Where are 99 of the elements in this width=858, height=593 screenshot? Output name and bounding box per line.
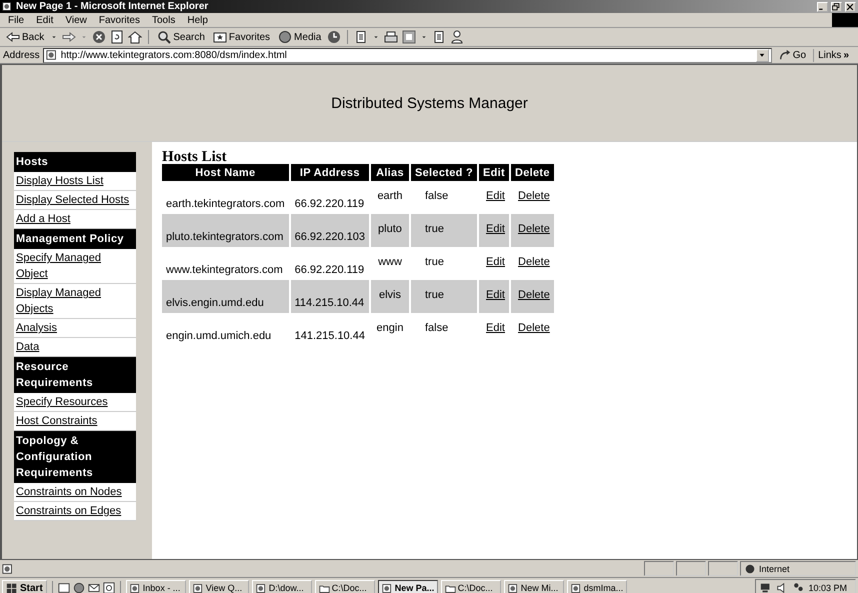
restore-icon	[832, 2, 840, 10]
stop-icon[interactable]	[92, 30, 106, 44]
nav-link[interactable]: Display Selected Hosts	[16, 192, 134, 208]
taskbar-button[interactable]: View Q...	[188, 580, 249, 593]
close-button[interactable]	[845, 2, 856, 12]
windows-flag-icon	[6, 582, 18, 593]
column-header: Alias	[370, 164, 410, 181]
column-header: Selected ?	[410, 164, 478, 181]
nav-link[interactable]: Analysis	[16, 320, 134, 336]
menu-item[interactable]: View	[59, 14, 93, 26]
table-cell: pluto	[370, 214, 410, 247]
edit-link[interactable]: Edit	[486, 190, 505, 202]
table-cell: true	[410, 214, 478, 247]
address-label: Address	[3, 50, 40, 60]
table-cell: earth.tekintegrators.com	[162, 181, 290, 214]
go-button[interactable]: Go	[774, 49, 810, 61]
taskbar-button[interactable]: dsmIma...	[566, 580, 627, 593]
column-header: Delete	[510, 164, 554, 181]
edit-link[interactable]: Edit	[486, 256, 505, 268]
taskbar-button[interactable]: New Pa...	[378, 580, 438, 593]
taskbar-button[interactable]: New Mi...	[504, 580, 564, 593]
table-cell: elvis.engin.umd.edu	[162, 280, 290, 313]
forward-arrow-icon[interactable]	[62, 30, 76, 44]
back-arrow-icon	[6, 30, 20, 44]
start-button[interactable]: Start	[2, 580, 47, 593]
clock: 10:03 PM	[808, 583, 847, 593]
status-pane	[644, 561, 674, 576]
nav-link[interactable]: Display Managed Objects	[16, 285, 134, 317]
history-icon[interactable]	[327, 30, 342, 44]
favorites-button[interactable]: Favorites	[210, 30, 272, 44]
taskbar-button[interactable]: C:\Doc...	[440, 580, 501, 593]
page-title: Distributed Systems Manager	[331, 94, 528, 112]
window-icon	[570, 582, 582, 593]
print-icon[interactable]	[384, 30, 398, 44]
nav-link[interactable]: Display Hosts List	[16, 173, 134, 189]
table-cell: engin.umd.umich.edu	[162, 313, 290, 346]
nav-link[interactable]: Data	[16, 339, 134, 355]
back-button[interactable]: Back	[4, 30, 46, 44]
dropdown-caret-icon	[758, 51, 766, 59]
section-header: Hosts	[14, 152, 136, 172]
desktop-icon[interactable]	[58, 582, 70, 593]
section-header: Management Policy	[14, 229, 136, 249]
section-header: Topology & Configuration Requirements	[14, 431, 136, 483]
nav-link[interactable]: Add a Host	[16, 211, 134, 227]
table-cell: elvis	[370, 280, 410, 313]
menu-item[interactable]: Help	[181, 14, 214, 26]
minimize-button[interactable]	[817, 2, 828, 12]
table-cell: 114.215.10.44	[290, 280, 370, 313]
nav-link[interactable]: Host Constraints	[16, 413, 134, 429]
delete-link[interactable]: Delete	[518, 190, 550, 202]
taskbar-button[interactable]: Inbox - ...	[126, 580, 186, 593]
address-field[interactable]: http://www.tekintegrators.com:8080/dsm/index.html	[42, 48, 772, 62]
nav-link[interactable]: Specify Resources	[16, 394, 134, 410]
taskbar-button[interactable]: C:\Doc...	[314, 580, 375, 593]
section-header: Resource Requirements	[14, 357, 136, 393]
window-title: New Page 1 - Microsoft Internet Explorer	[16, 1, 210, 12]
table-cell: pluto.tekintegrators.com	[162, 214, 290, 247]
column-header: Edit	[478, 164, 510, 181]
star-folder-icon	[212, 30, 227, 44]
column-header: IP Address	[290, 164, 370, 181]
edit-icon[interactable]	[402, 30, 416, 44]
nav-link[interactable]: Specify Managed Object	[16, 250, 134, 282]
table-cell: 66.92.220.103	[290, 214, 370, 247]
delete-link[interactable]: Delete	[518, 322, 550, 334]
messenger-icon[interactable]	[450, 30, 464, 44]
search-button[interactable]: Search	[155, 30, 207, 44]
table-cell: www.tekintegrators.com	[162, 247, 290, 280]
go-arrow-icon	[778, 49, 791, 61]
menu-item[interactable]: Edit	[30, 14, 60, 26]
delete-link[interactable]: Delete	[518, 256, 550, 268]
menu-item[interactable]: Favorites	[92, 14, 146, 26]
media-button[interactable]: Media	[276, 30, 324, 44]
windows-logo	[832, 13, 858, 27]
taskbar-button[interactable]: D:\dow...	[252, 580, 312, 593]
zone-label: Internet	[759, 564, 790, 574]
edit-link[interactable]: Edit	[486, 322, 505, 334]
table-cell: true	[410, 280, 478, 313]
window-icon	[508, 582, 519, 593]
status-pane	[708, 561, 738, 576]
close-icon	[846, 2, 854, 10]
refresh-icon[interactable]	[110, 30, 124, 44]
window-icon	[130, 582, 141, 593]
nav-link[interactable]: Constraints on Edges	[16, 503, 134, 519]
status-pane	[676, 561, 706, 576]
table-cell: engin	[370, 313, 410, 346]
window-icon	[192, 582, 204, 593]
page-icon	[2, 562, 14, 574]
home-icon[interactable]	[128, 30, 142, 44]
page-icon	[46, 49, 58, 61]
window-icon	[382, 582, 393, 593]
links-button[interactable]: Links »	[813, 48, 855, 62]
menu-item[interactable]: File	[2, 14, 30, 26]
restore-button[interactable]	[831, 2, 842, 12]
section-heading: Hosts List	[162, 150, 228, 164]
nav-link[interactable]: Constraints on Nodes	[16, 484, 134, 500]
table-cell: false	[410, 313, 478, 346]
column-header: Host Name	[162, 164, 290, 181]
table-cell: 141.215.10.44	[290, 313, 370, 346]
menu-item[interactable]: Tools	[146, 14, 182, 26]
